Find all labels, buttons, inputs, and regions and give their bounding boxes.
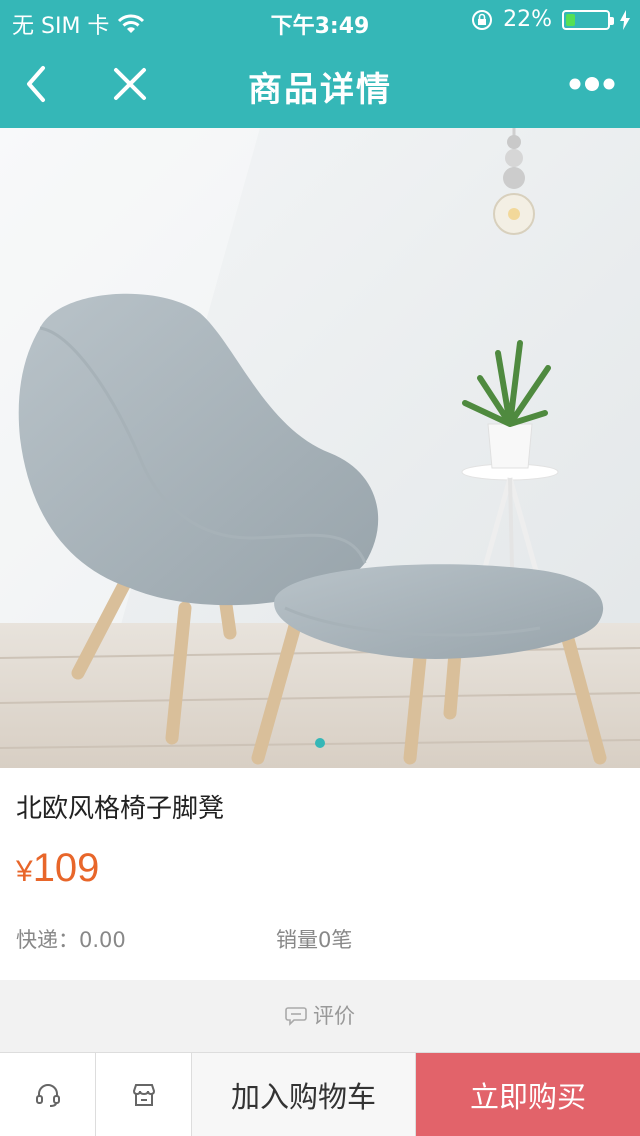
buy-now-button[interactable]: 立即购买: [416, 1053, 640, 1136]
more-button[interactable]: [562, 60, 622, 108]
price-value: 109: [32, 846, 100, 890]
comment-icon: [285, 1007, 307, 1026]
status-right: 22%: [471, 7, 630, 32]
product-info: 北欧风格椅子脚凳 ¥109 快递：0.00 销量0笔: [0, 768, 640, 980]
more-dots-icon: [569, 77, 615, 91]
product-name: 北欧风格椅子脚凳: [16, 794, 225, 824]
currency-symbol: ¥: [16, 855, 33, 888]
add-to-cart-button[interactable]: 加入购物车: [192, 1053, 416, 1136]
sales-count: 销量0笔: [276, 928, 353, 952]
chair-illustration: [0, 128, 640, 768]
headset-icon: [35, 1084, 60, 1107]
review-label: 评价: [313, 1004, 355, 1028]
review-link[interactable]: 评价: [0, 992, 640, 1038]
nav-bar: 商品详情: [0, 40, 640, 128]
product-detail-page: 无 SIM 卡 下午3:49 22% 商品详情 北欧风格椅子脚凳 ¥109 快递…: [0, 0, 640, 1136]
shop-icon: [132, 1084, 155, 1106]
battery-percent: 22%: [503, 7, 552, 32]
bottom-action-bar: 加入购物车 立即购买: [0, 1052, 640, 1136]
top-bar: 无 SIM 卡 下午3:49 22% 商品详情: [0, 0, 640, 128]
charging-icon: [620, 9, 630, 30]
product-image[interactable]: [0, 128, 640, 768]
shop-button[interactable]: [96, 1053, 192, 1136]
carousel-indicator: [315, 738, 325, 748]
battery-icon: [562, 9, 614, 30]
shipping-fee: 快递：0.00: [16, 928, 126, 952]
status-bar: 无 SIM 卡 下午3:49 22%: [0, 0, 640, 40]
page-title: 商品详情: [248, 70, 392, 110]
rotation-lock-icon: [472, 9, 493, 30]
product-price: ¥109: [16, 846, 99, 891]
customer-service-button[interactable]: [0, 1053, 96, 1136]
